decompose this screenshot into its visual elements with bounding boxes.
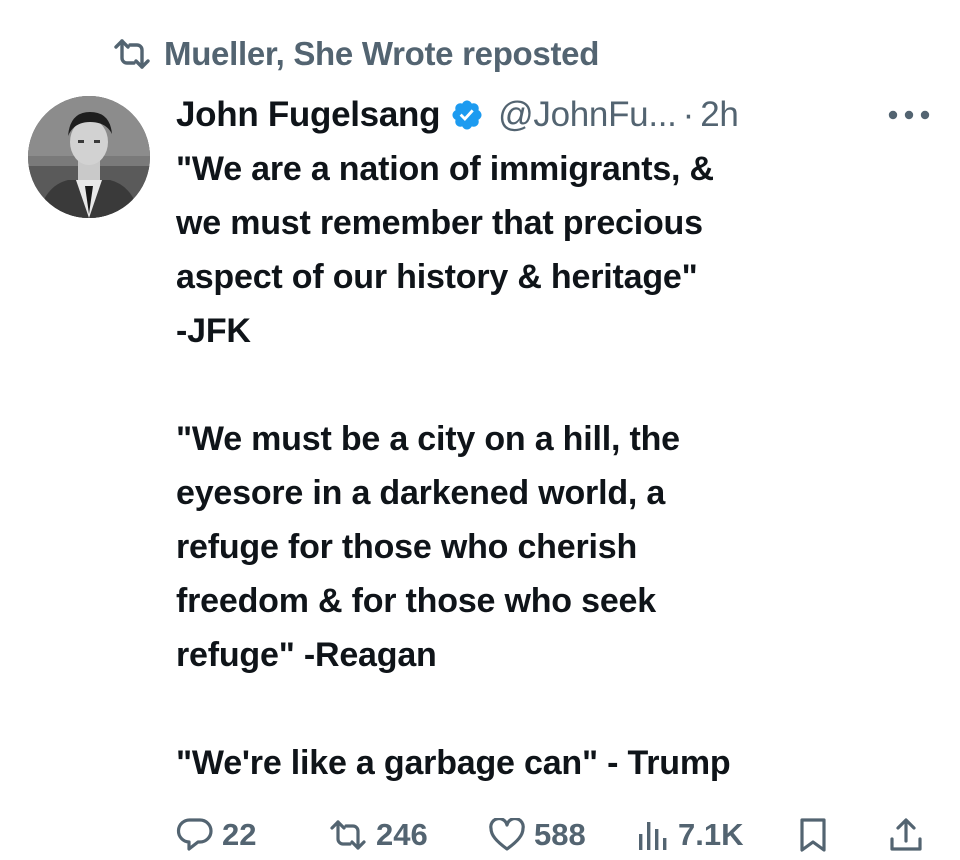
repost-indicator[interactable]: Mueller, She Wrote reposted — [112, 34, 599, 74]
author-name[interactable]: John Fugelsang — [176, 95, 440, 135]
repost-count: 246 — [376, 817, 428, 852]
tweet-actions: 22 246 588 7.1K — [176, 810, 936, 860]
like-button[interactable]: 588 — [488, 810, 586, 860]
repost-text: Mueller, She Wrote reposted — [164, 35, 600, 72]
author-avatar[interactable] — [28, 96, 150, 218]
author-handle[interactable]: @JohnFu... — [498, 95, 677, 135]
bookmark-button[interactable] — [798, 810, 828, 860]
share-icon — [888, 817, 924, 853]
like-count: 588 — [534, 817, 586, 852]
tweet-paragraph-trump: "We're like a garbage can" - Trump — [176, 744, 731, 782]
tweet-header: John Fugelsang @JohnFu... · 2h — [176, 92, 936, 138]
reply-button[interactable]: 22 — [176, 810, 256, 860]
bookmark-icon — [798, 817, 828, 853]
share-button[interactable] — [888, 810, 924, 860]
repost-icon — [112, 38, 152, 70]
verified-badge-icon[interactable] — [450, 98, 484, 132]
like-icon — [488, 818, 526, 852]
tweet-paragraph-reagan: "We must be a city on a hill, the eyesor… — [176, 420, 680, 674]
more-icon[interactable] — [886, 100, 932, 130]
timestamp[interactable]: 2h — [700, 95, 739, 135]
tweet-paragraph-jfk: "We are a nation of immigrants, & we mus… — [176, 150, 714, 350]
reply-icon — [176, 817, 214, 853]
tweet-text: "We are a nation of immigrants, & we mus… — [176, 142, 936, 790]
repost-button[interactable]: 246 — [328, 810, 428, 860]
reply-count: 22 — [222, 817, 257, 852]
views-button[interactable]: 7.1K — [636, 810, 743, 860]
separator-dot: · — [682, 95, 695, 134]
views-icon — [636, 818, 670, 852]
views-count: 7.1K — [678, 817, 744, 852]
repost-icon — [328, 819, 368, 851]
